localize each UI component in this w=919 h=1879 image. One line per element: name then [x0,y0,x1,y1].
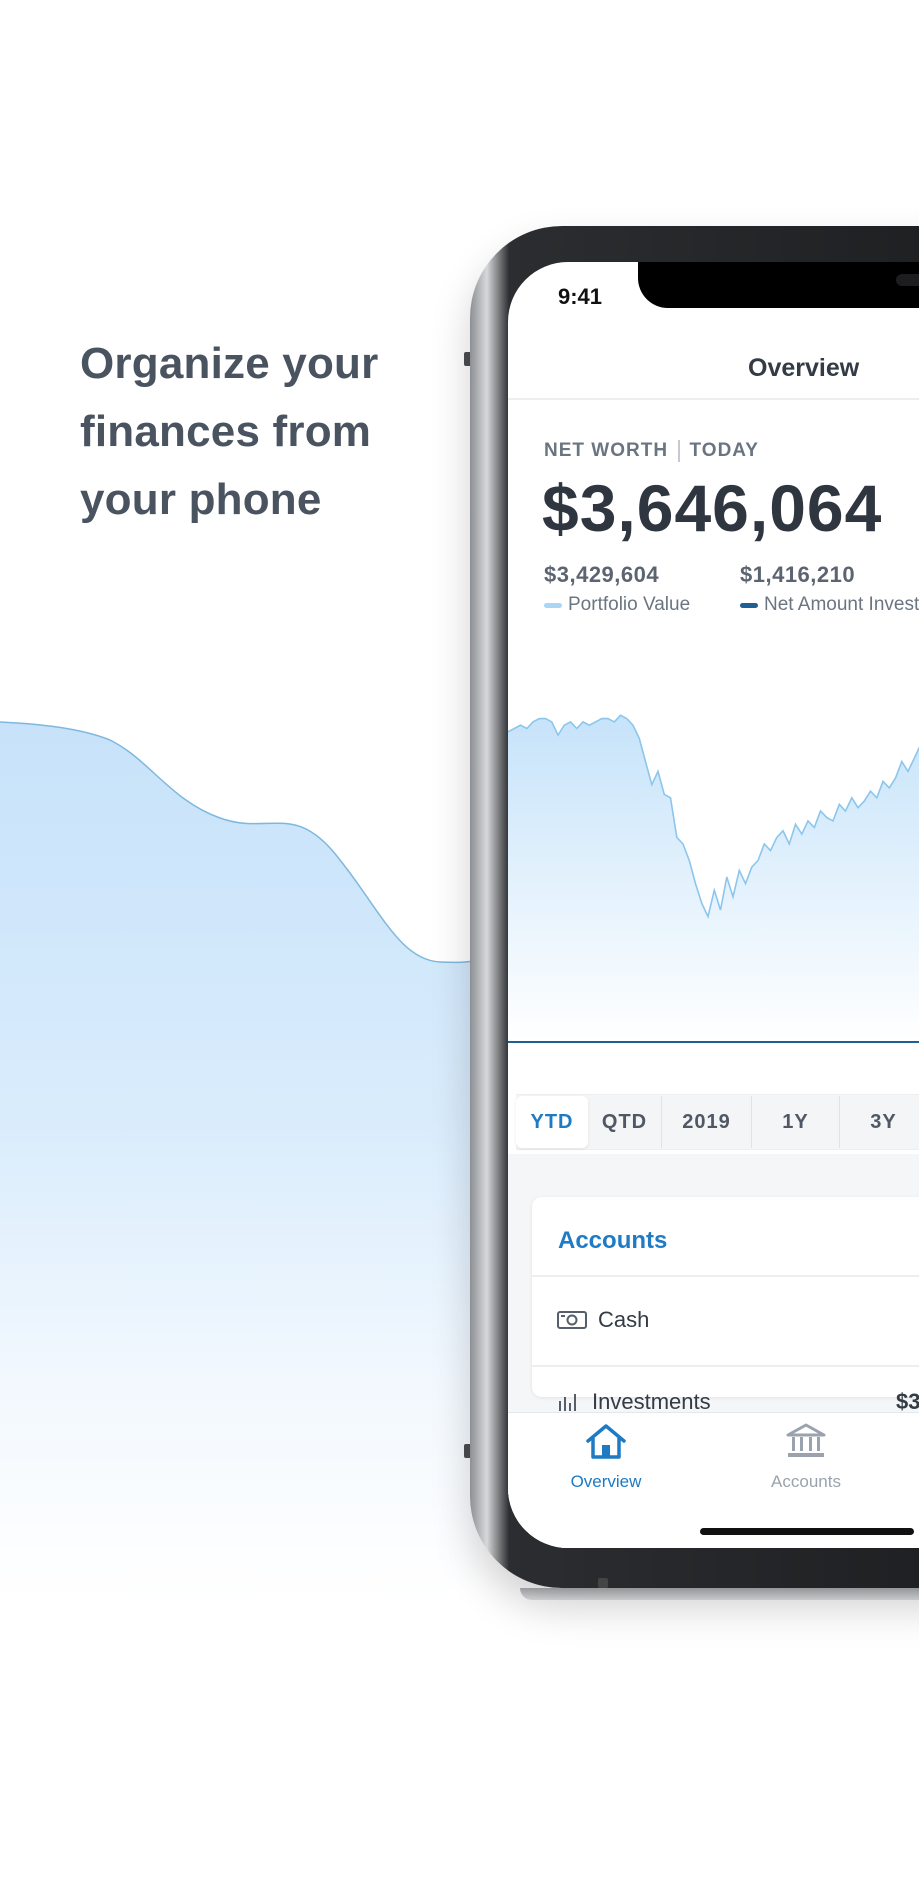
range-3y-button[interactable]: 3Y [840,1096,919,1148]
card-divider [532,1275,919,1277]
range-ytd-button[interactable]: YTD [516,1096,588,1148]
portfolio-chart[interactable] [508,682,919,1062]
accounts-card: Accounts Cash Investments $3 [532,1197,919,1414]
net-invested-stat: $1,416,210 Net Amount Invested [740,562,919,616]
phone-pin [598,1578,608,1588]
cash-icon [556,1309,588,1331]
nav-divider [508,398,919,400]
promo-screen: Organize your finances from your phone 9… [0,0,919,1879]
portfolio-area [508,715,919,1042]
range-2019-button[interactable]: 2019 [662,1096,752,1148]
headline-line-3: your phone [80,475,322,524]
headline: Organize your finances from your phone [80,330,440,534]
account-row-cash[interactable]: Cash [556,1307,649,1333]
home-indicator[interactable] [700,1528,914,1535]
phone-bottom-edge [520,1588,919,1600]
portfolio-value-label: Portfolio Value [568,594,691,615]
portfolio-value-legend: Portfolio Value [544,594,690,616]
tab-accounts-label: Accounts [771,1472,841,1491]
status-time: 9:41 [558,284,603,309]
headline-line-2: finances from [80,407,372,456]
nav-title-text: Overview [748,354,860,382]
net-invested-legend: Net Amount Invested [740,594,919,616]
accounts-card-title[interactable]: Accounts [558,1227,667,1255]
account-label-cash: Cash [598,1307,650,1332]
investments-icon [556,1391,582,1413]
net-worth-period[interactable]: TODAY [690,440,759,461]
net-invested-amount: $1,416,210 [740,562,856,587]
label-separator [678,440,680,462]
home-icon [546,1421,666,1466]
portfolio-legend-swatch [544,602,562,608]
range-1y-button[interactable]: 1Y [752,1096,840,1148]
portfolio-value-stat: $3,429,604 Portfolio Value [544,562,690,616]
tab-overview[interactable]: Overview [546,1421,666,1492]
tab-accounts[interactable]: Accounts [746,1421,866,1492]
range-qtd-button[interactable]: QTD [588,1096,662,1148]
card-divider [532,1365,919,1367]
nav-title: Overview [508,354,919,383]
net-invested-legend-swatch [740,602,758,608]
tab-overview-label: Overview [570,1472,642,1491]
net-worth-label-text: NET WORTH [544,440,669,462]
net-worth-label: NET WORTH TODAY [544,440,759,462]
phone-notch [638,262,919,308]
net-worth-value: $3,646,064 [542,471,883,545]
headline-line-1: Organize your [80,339,379,388]
range-selector: YTD QTD 2019 1Y 3Y [516,1094,919,1150]
portfolio-value-amount: $3,429,604 [544,562,660,587]
phone-screen: 9:41 Overview NET WORTH TODAY $3,646,064 … [508,262,919,1548]
speaker-grille [896,274,919,286]
bank-icon [746,1421,866,1466]
net-invested-label: Net Amount Invested [764,594,919,615]
